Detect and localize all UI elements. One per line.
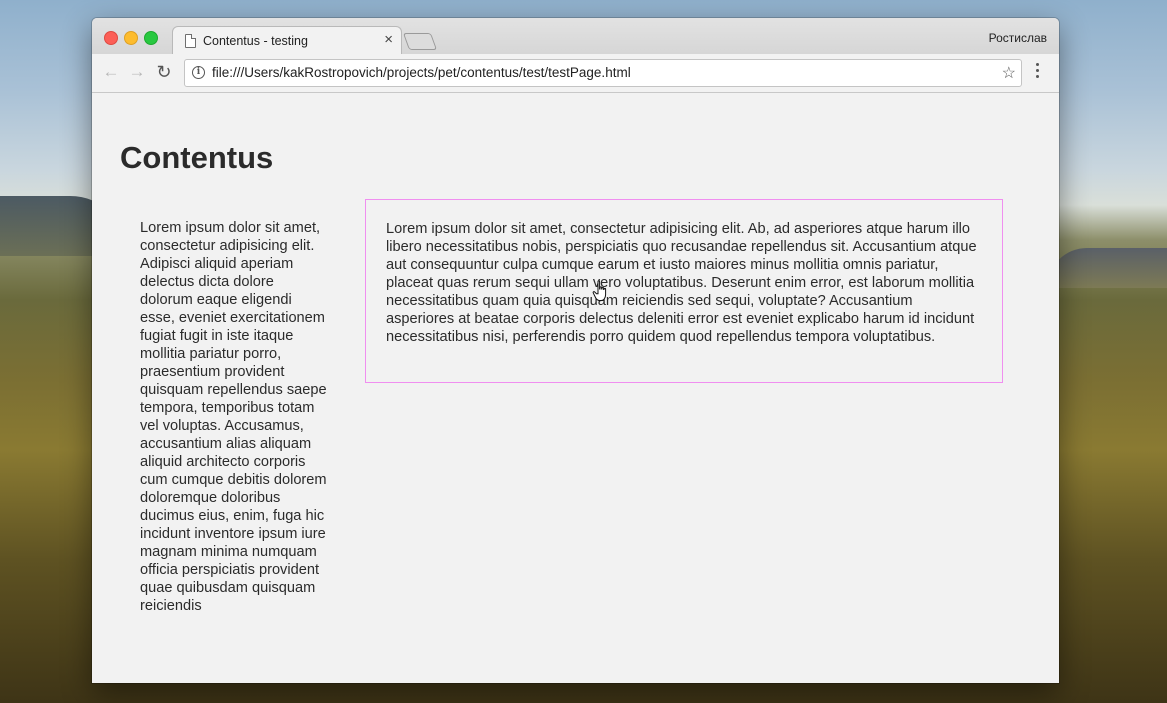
menu-icon[interactable] bbox=[1036, 63, 1040, 83]
back-arrow-icon[interactable]: ← bbox=[101, 62, 121, 82]
page-title: Contentus bbox=[120, 140, 274, 175]
browser-toolbar: ← → ↻ i file:///Users/kakRostropovich/pr… bbox=[92, 54, 1059, 93]
address-bar[interactable]: i file:///Users/kakRostropovich/projects… bbox=[184, 59, 1022, 87]
new-tab-button[interactable] bbox=[402, 33, 438, 50]
page-content: Contentus Lorem ipsum dolor sit amet, co… bbox=[92, 93, 1059, 683]
document-icon bbox=[185, 34, 196, 48]
close-icon[interactable]: × bbox=[384, 31, 393, 48]
background-hill-right bbox=[1047, 248, 1167, 288]
hand-pointer-icon bbox=[592, 280, 607, 301]
forward-arrow-icon[interactable]: → bbox=[127, 62, 147, 82]
highlighted-content-box[interactable]: Lorem ipsum dolor sit amet, consectetur … bbox=[365, 199, 1003, 383]
browser-window: Contentus - testing × Ростислав ← → ↻ i … bbox=[92, 18, 1059, 683]
url-text[interactable]: file:///Users/kakRostropovich/projects/p… bbox=[212, 65, 631, 80]
window-close-button[interactable] bbox=[104, 31, 118, 45]
star-icon[interactable]: ☆ bbox=[1002, 63, 1016, 83]
reload-icon[interactable]: ↻ bbox=[154, 62, 174, 82]
profile-name[interactable]: Ростислав bbox=[989, 31, 1047, 45]
window-minimize-button[interactable] bbox=[124, 31, 138, 45]
sidebar-text: Lorem ipsum dolor sit amet, consectetur … bbox=[140, 220, 327, 614]
info-icon[interactable]: i bbox=[192, 66, 205, 79]
tab-title: Contentus - testing bbox=[203, 34, 308, 48]
tab-active[interactable]: Contentus - testing × bbox=[172, 26, 402, 55]
window-maximize-button[interactable] bbox=[144, 31, 158, 45]
content-paragraph: Lorem ipsum dolor sit amet, consectetur … bbox=[386, 221, 977, 345]
title-bar: Contentus - testing × Ростислав bbox=[92, 18, 1059, 55]
